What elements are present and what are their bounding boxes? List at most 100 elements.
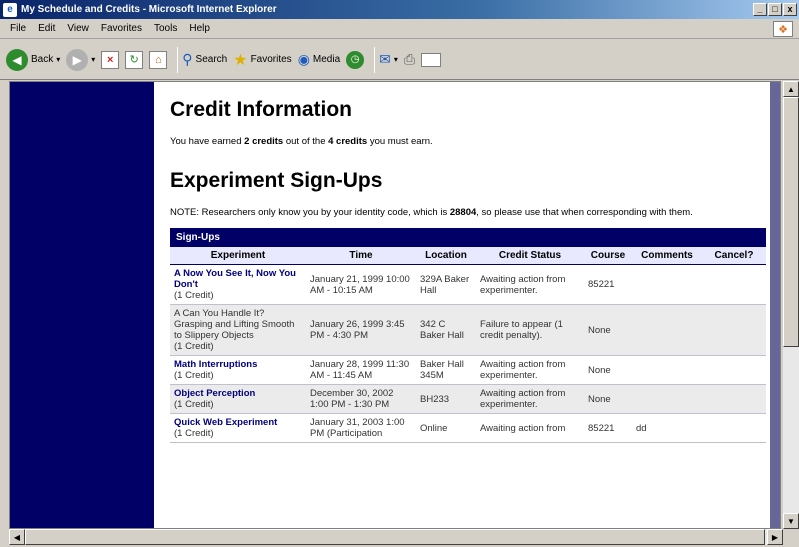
cancel-cell xyxy=(702,264,766,305)
comments-cell xyxy=(632,304,702,356)
credit-heading: Credit Information xyxy=(170,98,352,121)
menu-help[interactable]: Help xyxy=(183,23,216,34)
scroll-left-button[interactable]: ◀ xyxy=(9,529,25,545)
experiment-credit: (1 Credit) xyxy=(174,290,214,301)
search-label: Search xyxy=(195,54,228,65)
table-row: Math Interruptions (1 Credit) January 28,… xyxy=(170,355,766,385)
mail-icon: ✉ xyxy=(379,51,391,67)
menu-favorites[interactable]: Favorites xyxy=(95,23,148,34)
refresh-button[interactable]: ↻ xyxy=(125,50,144,69)
print-button[interactable]: ⎙ xyxy=(404,51,415,68)
edit-page-icon xyxy=(421,52,442,67)
course-cell: None xyxy=(584,304,632,356)
horizontal-scroll-thumb[interactable] xyxy=(25,529,765,545)
scroll-down-button[interactable]: ▼ xyxy=(783,513,799,529)
mail-button[interactable]: ✉ ▾ xyxy=(379,51,398,68)
status-cell: Failure to appear (1 credit penalty). xyxy=(476,304,584,356)
note-suffix: , so please use that when corresponding … xyxy=(476,207,693,218)
location-cell: Baker Hall 345M xyxy=(416,355,476,385)
window-titlebar: e My Schedule and Credits - Microsoft In… xyxy=(0,0,799,19)
course-cell: None xyxy=(584,355,632,385)
col-location: Location xyxy=(416,247,476,265)
experiment-link[interactable]: Quick Web Experiment xyxy=(174,417,277,428)
credit-text-suffix: you must earn. xyxy=(367,136,433,147)
favorites-button[interactable]: ★ Favorites xyxy=(233,50,291,70)
comments-cell: dd xyxy=(632,413,702,443)
status-cell: Awaiting action from experimenter. xyxy=(476,355,584,385)
experiment-cell: Object Perception (1 Credit) xyxy=(170,384,306,414)
back-button[interactable]: ◀ Back ▾ xyxy=(6,48,60,71)
vertical-scrollbar[interactable]: ▲ ▼ xyxy=(783,81,799,529)
vertical-scroll-thumb[interactable] xyxy=(783,97,799,347)
refresh-icon: ↻ xyxy=(125,50,144,69)
right-purple-border xyxy=(770,82,780,528)
left-navy-sidebar xyxy=(10,82,154,528)
search-icon: ⚲ xyxy=(182,51,193,67)
forward-dropdown-icon[interactable]: ▾ xyxy=(91,55,95,64)
scroll-up-button[interactable]: ▲ xyxy=(783,81,799,97)
location-cell: Online xyxy=(416,413,476,443)
experiment-link[interactable]: Math Interruptions xyxy=(174,359,257,370)
experiment-credit: (1 Credit) xyxy=(174,370,214,381)
course-cell: None xyxy=(584,384,632,414)
identity-code: 28804 xyxy=(449,207,477,218)
menu-edit[interactable]: Edit xyxy=(32,23,61,34)
col-comments: Comments xyxy=(632,247,702,265)
credit-text-prefix: You have earned xyxy=(170,136,245,147)
location-cell: 329A Baker Hall xyxy=(416,264,476,305)
maximize-button[interactable]: □ xyxy=(768,3,782,16)
course-cell: 85221 xyxy=(584,413,632,443)
search-button[interactable]: ⚲ Search xyxy=(182,51,227,68)
stop-button[interactable]: × xyxy=(101,50,120,69)
credit-summary: You have earned 2 credits out of the 4 c… xyxy=(170,136,766,147)
edit-button[interactable] xyxy=(421,52,442,67)
experiment-cell: A Can You Handle It? Grasping and Liftin… xyxy=(170,304,306,356)
status-cell: Awaiting action from xyxy=(476,413,584,443)
page-viewport: Credit Information You have earned 2 cre… xyxy=(9,81,781,529)
toolbar-separator-2 xyxy=(374,46,376,73)
favorites-star-icon: ★ xyxy=(233,51,248,69)
cancel-cell xyxy=(702,413,766,443)
minimize-button[interactable]: _ xyxy=(753,3,767,16)
windows-logo-icon: ❖ xyxy=(773,21,793,37)
table-row: A Now You See It, Now You Don't (1 Credit… xyxy=(170,264,766,305)
forward-button[interactable]: ▶ ▾ xyxy=(66,48,95,71)
location-cell: BH233 xyxy=(416,384,476,414)
home-button[interactable]: ⌂ xyxy=(149,50,168,69)
time-cell: January 26, 1999 3:45 PM - 4:30 PM xyxy=(306,304,416,356)
window-controls: _ □ x xyxy=(753,3,797,16)
horizontal-scrollbar[interactable]: ◀ ▶ xyxy=(9,529,783,545)
experiment-link[interactable]: Object Perception xyxy=(174,388,255,399)
status-cell: Awaiting action from experimenter. xyxy=(476,384,584,414)
media-button[interactable]: ◉ Media xyxy=(298,51,340,68)
close-button[interactable]: x xyxy=(783,3,797,16)
scroll-right-button[interactable]: ▶ xyxy=(767,529,783,545)
history-button[interactable]: ◷ xyxy=(346,50,365,69)
time-cell: December 30, 2002 1:00 PM - 1:30 PM xyxy=(306,384,416,414)
comments-cell xyxy=(632,355,702,385)
menu-bar: File Edit View Favorites Tools Help ❖ xyxy=(0,19,799,39)
window-title: My Schedule and Credits - Microsoft Inte… xyxy=(21,4,277,15)
stop-icon: × xyxy=(101,50,120,69)
history-icon: ◷ xyxy=(346,50,365,69)
location-cell: 342 C Baker Hall xyxy=(416,304,476,356)
comments-cell xyxy=(632,264,702,305)
menu-file[interactable]: File xyxy=(4,23,32,34)
time-cell: January 31, 2003 1:00 PM (Participation xyxy=(306,413,416,443)
table-row: Quick Web Experiment (1 Credit) January 3… xyxy=(170,413,766,443)
experiment-link[interactable]: A Now You See It, Now You Don't xyxy=(174,268,296,290)
cancel-cell xyxy=(702,355,766,385)
col-course: Course xyxy=(584,247,632,265)
col-experiment: Experiment xyxy=(170,247,306,265)
comments-cell xyxy=(632,384,702,414)
note-prefix: NOTE: Researchers only know you by your … xyxy=(170,207,450,218)
mail-dropdown-icon[interactable]: ▾ xyxy=(394,55,398,64)
favorites-label: Favorites xyxy=(250,54,292,65)
back-dropdown-icon[interactable]: ▾ xyxy=(56,55,60,64)
menu-tools[interactable]: Tools xyxy=(148,23,183,34)
table-header-row: Experiment Time Location Credit Status C… xyxy=(170,247,766,265)
page-content: Credit Information You have earned 2 cre… xyxy=(170,92,766,443)
experiment-cell: Quick Web Experiment (1 Credit) xyxy=(170,413,306,443)
col-credit-status: Credit Status xyxy=(476,247,584,265)
menu-view[interactable]: View xyxy=(61,23,95,34)
